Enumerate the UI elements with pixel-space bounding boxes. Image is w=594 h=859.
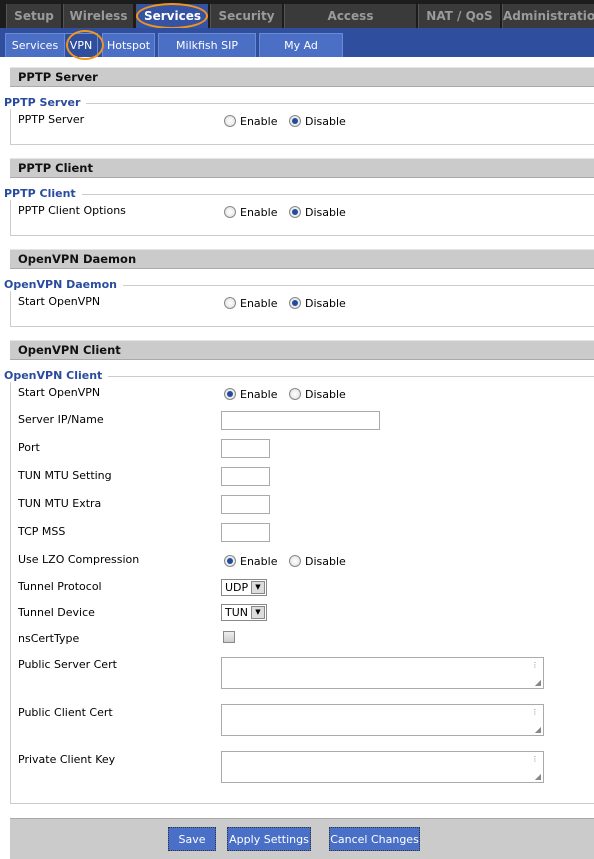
disable-radio[interactable] [288,206,301,218]
disable-radio[interactable] [288,115,301,127]
section-header: PPTP Client [10,158,594,178]
field-label: Use LZO Compression [18,553,140,566]
field-label: Tunnel Device [18,606,95,619]
tun-mtu-input[interactable] [221,467,270,486]
highlight-ring [66,30,104,60]
tab-administration[interactable]: Administration [502,4,594,28]
field-label: PPTP Client Options [18,204,126,217]
pptp-server-radio-group: Enable Disable [224,114,354,128]
lzo-radio-group: Enable Disable [224,554,354,568]
fieldset-legend: PPTP Server [4,96,87,109]
port-input[interactable] [221,439,270,458]
field-label: nsCertType [18,632,80,645]
field-label: Private Client Key [18,753,116,766]
private-client-key-textarea[interactable]: ⋮ ◢ [221,751,544,783]
pptp-client-radio-group: Enable Disable [224,205,354,219]
section-header: OpenVPN Daemon [10,249,594,269]
start-openvpn-radio-group: Enable Disable [224,387,354,401]
field-label: Public Client Cert [18,706,113,719]
fieldset-legend: PPTP Client [4,187,82,200]
enable-radio[interactable] [224,388,236,400]
field-label: TUN MTU Setting [18,469,112,482]
nscerttype-checkbox[interactable] [223,631,235,643]
field-label: TUN MTU Extra [18,497,102,510]
scrollbar-icon: ⋮ [531,661,539,669]
save-button[interactable]: Save [168,827,216,851]
scrollbar-icon: ⋮ [531,708,539,716]
tab-setup[interactable]: Setup [6,4,61,28]
enable-radio[interactable] [224,555,236,567]
public-client-cert-textarea[interactable]: ⋮ ◢ [221,704,544,736]
tab-access-restrictions[interactable]: Access Restrictions [284,4,416,47]
resize-grip-icon: ◢ [534,725,541,734]
highlight-ring [136,3,208,29]
resize-grip-icon: ◢ [534,678,541,687]
disable-radio[interactable] [288,388,301,400]
tun-mtu-extra-input[interactable] [221,495,270,514]
section-header: OpenVPN Client [10,340,594,360]
public-server-cert-textarea[interactable]: ⋮ ◢ [221,657,544,689]
select-value: TUN [225,606,248,619]
field-label: TCP MSS [18,525,66,538]
radio-label: Disable [304,296,346,310]
radio-label: Enable [240,114,278,128]
scrollbar-icon: ⋮ [531,755,539,763]
radio-label: Disable [304,387,346,401]
fieldset-legend: OpenVPN Daemon [4,278,123,291]
radio-label: Enable [240,554,278,568]
field-label: Public Server Cert [18,658,117,671]
tab-nat-qos[interactable]: NAT / QoS [418,4,500,28]
tunnel-protocol-select[interactable]: UDP ▼ [221,579,267,596]
subtab-hotspot[interactable]: Hotspot [102,33,155,57]
enable-radio[interactable] [224,206,236,218]
field-label: Port [18,441,40,454]
radio-label: Enable [240,205,278,219]
radio-label: Enable [240,296,278,310]
radio-label: Enable [240,387,278,401]
radio-label: Disable [304,114,346,128]
cancel-changes-button[interactable]: Cancel Changes [329,827,420,851]
apply-settings-button[interactable]: Apply Settings [227,827,311,851]
fieldset-legend: OpenVPN Client [4,369,109,382]
field-label: Tunnel Protocol [18,580,102,593]
select-value: UDP [225,581,249,594]
field-label: Server IP/Name [18,413,104,426]
openvpn-daemon-radio-group: Enable Disable [224,296,354,310]
resize-grip-icon: ◢ [534,772,541,781]
enable-radio[interactable] [224,297,236,309]
tab-security[interactable]: Security [210,4,282,28]
subtab-my-ad-network[interactable]: My Ad Network [259,33,343,76]
server-ip-input[interactable] [221,411,380,430]
chevron-down-icon: ▼ [251,581,265,594]
enable-radio[interactable] [224,115,236,127]
radio-label: Disable [304,554,346,568]
section-header: PPTP Server [10,67,594,87]
chevron-down-icon: ▼ [251,606,265,619]
radio-label: Disable [304,205,346,219]
disable-radio[interactable] [288,555,301,567]
field-label: PPTP Server [18,113,85,126]
subtab-milkfish[interactable]: Milkfish SIP Router [158,33,256,76]
disable-radio[interactable] [288,297,301,309]
tunnel-device-select[interactable]: TUN ▼ [221,604,267,621]
tab-wireless[interactable]: Wireless [63,4,133,28]
field-label: Start OpenVPN [18,386,101,399]
subtab-services[interactable]: Services [5,33,65,57]
field-label: Start OpenVPN [18,295,101,308]
tcp-mss-input[interactable] [221,523,270,542]
